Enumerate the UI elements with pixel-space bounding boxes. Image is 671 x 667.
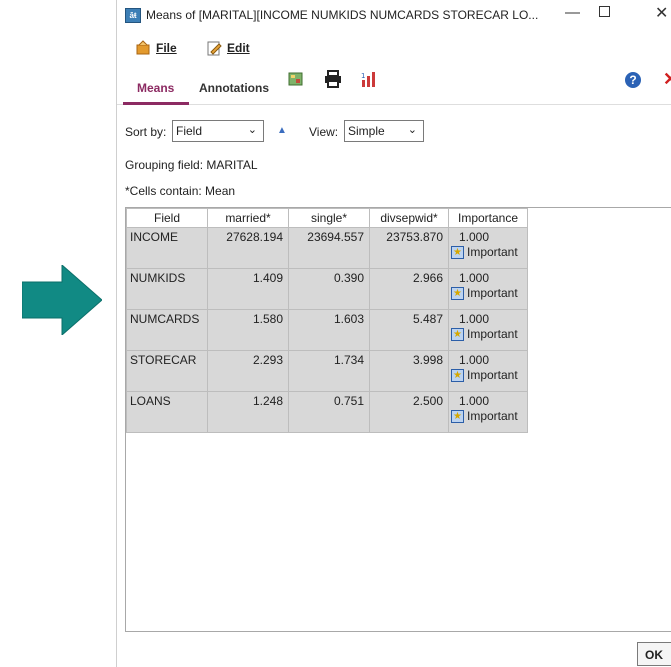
cell-field: NUMCARDS — [126, 309, 208, 351]
cell-single: 1.734 — [288, 350, 370, 392]
table-row[interactable]: STORECAR 2.293 1.734 3.998 1.000 ★ Import… — [126, 350, 528, 392]
importance-flag: Important — [467, 327, 518, 341]
cell-single: 0.751 — [288, 391, 370, 433]
importance-flag: Important — [467, 409, 518, 423]
cell-importance: 1.000 ★ Important — [448, 391, 528, 433]
cell-divsepwid: 2.500 — [369, 391, 449, 433]
column-header-divsepwid[interactable]: divsepwid* — [369, 208, 449, 228]
cells-contain-text: *Cells contain: Mean — [125, 184, 236, 198]
cell-divsepwid: 23753.870 — [369, 227, 449, 269]
cell-married: 2.293 — [207, 350, 289, 392]
edit-menu-icon — [207, 41, 222, 56]
sort-by-select[interactable]: Field ⌄ — [172, 120, 264, 142]
minimize-button[interactable]: — — [565, 4, 580, 21]
sort-by-label: Sort by: — [125, 125, 167, 139]
table-row[interactable]: LOANS 1.248 0.751 2.500 1.000 ★ Important — [126, 391, 528, 433]
means-table: Field married* single* divsepwid* Import… — [126, 208, 528, 433]
maximize-button[interactable] — [599, 6, 610, 17]
column-header-importance[interactable]: Importance — [448, 208, 528, 228]
close-window-button[interactable]: ✕ — [655, 3, 668, 23]
sort-by-value: Field — [176, 124, 203, 138]
cell-field: INCOME — [126, 227, 208, 269]
view-select[interactable]: Simple ⌄ — [344, 120, 424, 142]
importance-value: 1.000 — [459, 230, 490, 244]
importance-value: 1.000 — [459, 312, 490, 326]
menu-toolbar: File Edit 1 ? ✕ — [117, 32, 671, 89]
tab-bar: Means Annotations — [117, 70, 671, 105]
star-icon: ★ — [451, 245, 464, 259]
title-bar: āŧ Means of [MARITAL][INCOME NUMKIDS NUM… — [117, 0, 671, 32]
means-table-panel: Field married* single* divsepwid* Import… — [125, 207, 671, 632]
importance-value: 1.000 — [459, 394, 490, 408]
cell-field: STORECAR — [126, 350, 208, 392]
file-menu-icon — [136, 40, 150, 55]
cell-single: 1.603 — [288, 309, 370, 351]
importance-flag: Important — [467, 368, 518, 382]
importance-flag: Important — [467, 286, 518, 300]
window-title: Means of [MARITAL][INCOME NUMKIDS NUMCAR… — [146, 8, 539, 22]
cell-importance: 1.000 ★ Important — [448, 309, 528, 351]
cell-importance: 1.000 ★ Important — [448, 350, 528, 392]
chevron-down-icon: ⌄ — [407, 124, 417, 136]
sort-view-row: Sort by: Field ⌄ ▲ View: Simple ⌄ — [125, 120, 665, 144]
view-label: View: — [309, 125, 339, 139]
column-header-field[interactable]: Field — [126, 208, 208, 228]
tab-means[interactable]: Means — [137, 81, 174, 95]
star-icon: ★ — [451, 368, 464, 382]
tab-annotations[interactable]: Annotations — [199, 81, 269, 95]
cell-single: 0.390 — [288, 268, 370, 310]
sort-ascending-icon[interactable]: ▲ — [277, 125, 287, 136]
table-row[interactable]: NUMCARDS 1.580 1.603 5.487 1.000 ★ Import… — [126, 309, 528, 351]
importance-flag: Important — [467, 245, 518, 259]
file-menu[interactable]: File — [135, 38, 177, 58]
table-row[interactable]: NUMKIDS 1.409 0.390 2.966 1.000 ★ Importa… — [126, 268, 528, 310]
cell-married: 27628.194 — [207, 227, 289, 269]
cell-married: 1.409 — [207, 268, 289, 310]
chevron-down-icon: ⌄ — [247, 124, 257, 136]
column-header-single[interactable]: single* — [288, 208, 370, 228]
table-header-row: Field married* single* divsepwid* Import… — [126, 208, 528, 228]
app-icon: āŧ — [125, 8, 141, 23]
cell-divsepwid: 3.998 — [369, 350, 449, 392]
ok-button[interactable]: OK — [637, 642, 671, 666]
cell-married: 1.580 — [207, 309, 289, 351]
cell-importance: 1.000 ★ Important — [448, 268, 528, 310]
right-arrow-icon — [22, 265, 102, 335]
importance-value: 1.000 — [459, 271, 490, 285]
cell-field: NUMKIDS — [126, 268, 208, 310]
star-icon: ★ — [451, 409, 464, 423]
cell-married: 1.248 — [207, 391, 289, 433]
cell-divsepwid: 5.487 — [369, 309, 449, 351]
edit-menu-label: Edit — [227, 41, 250, 55]
importance-value: 1.000 — [459, 353, 490, 367]
active-tab-indicator — [123, 102, 189, 105]
edit-menu[interactable]: Edit — [206, 38, 250, 58]
cell-divsepwid: 2.966 — [369, 268, 449, 310]
file-menu-label: File — [156, 41, 177, 55]
star-icon: ★ — [451, 327, 464, 341]
means-output-window: āŧ Means of [MARITAL][INCOME NUMKIDS NUM… — [116, 0, 671, 667]
cell-field: LOANS — [126, 391, 208, 433]
column-header-married[interactable]: married* — [207, 208, 289, 228]
star-icon: ★ — [451, 286, 464, 300]
view-value: Simple — [348, 124, 385, 138]
table-row[interactable]: INCOME 27628.194 23694.557 23753.870 1.0… — [126, 227, 528, 269]
grouping-field-text: Grouping field: MARITAL — [125, 158, 258, 172]
cell-single: 23694.557 — [288, 227, 370, 269]
cell-importance: 1.000 ★ Important — [448, 227, 528, 269]
